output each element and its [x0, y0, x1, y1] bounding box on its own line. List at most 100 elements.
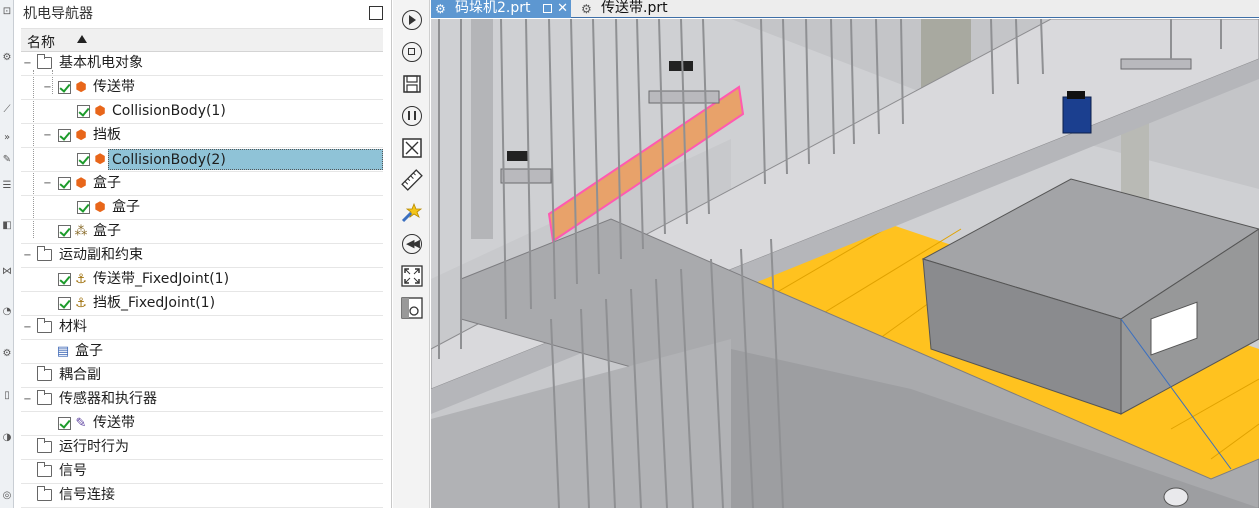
tab-conveyor-part[interactable]: ⚙ 传送带.prt: [577, 0, 687, 18]
material-icon: ▤: [56, 344, 70, 359]
section-view-button[interactable]: [400, 296, 423, 319]
pause-button[interactable]: [400, 104, 423, 127]
bracket-rod: [500, 168, 552, 184]
play-button[interactable]: [400, 8, 423, 31]
visibility-checkbox[interactable]: [58, 81, 71, 94]
undock-icon[interactable]: [543, 4, 552, 13]
close-icon[interactable]: ✕: [557, 0, 568, 17]
tree-row-baffle[interactable]: − ⬢ 挡板: [21, 124, 383, 148]
tree-row-label: 传送带: [93, 415, 135, 431]
object-source-icon: ⁂: [74, 224, 88, 239]
collision-body-icon: ⬢: [94, 200, 106, 215]
tree-row-label: CollisionBody(2): [108, 149, 383, 170]
visibility-checkbox[interactable]: [77, 201, 90, 214]
collapse-toggle-icon[interactable]: −: [23, 395, 32, 405]
sensor-bracket: [1120, 58, 1192, 70]
visibility-checkbox[interactable]: [77, 105, 90, 118]
tree-row-baffle-fixed-joint[interactable]: ⚓ 挡板_FixedJoint(1): [21, 292, 383, 316]
rewind-button[interactable]: ◀◀: [400, 232, 423, 255]
visibility-checkbox[interactable]: [58, 177, 71, 190]
sort-ascending-icon[interactable]: [77, 35, 87, 43]
measure-button[interactable]: [400, 168, 423, 191]
expand-tabs-icon[interactable]: »: [0, 128, 14, 146]
visibility-checkbox[interactable]: [58, 273, 71, 286]
tree-row-conveyor[interactable]: − ⬢ 传送带: [21, 76, 383, 100]
tree-row-label: 挡板_FixedJoint(1): [93, 295, 216, 311]
stop-button[interactable]: [400, 40, 423, 63]
folder-icon: [37, 486, 52, 501]
tree-row-couplers[interactable]: 耦合副: [21, 364, 383, 388]
joint-icon[interactable]: ⋈: [0, 262, 14, 280]
clamp-lever: [507, 151, 529, 161]
tree-row-joints[interactable]: − 运动副和约束: [21, 244, 383, 268]
collapse-toggle-icon[interactable]: −: [43, 179, 52, 189]
collapse-toggle-icon[interactable]: −: [43, 131, 52, 141]
constraint-navigator-icon[interactable]: ⟋: [0, 100, 14, 118]
section-view-icon: [400, 296, 423, 319]
collapse-toggle-icon[interactable]: −: [23, 251, 32, 261]
tree-row-label: 运动副和约束: [59, 247, 143, 263]
mechatronics-navigator: 机电导航器 名称 − 基本机电对象 − ⬢ 传送带 ⬢ CollisionBod…: [15, 0, 392, 508]
resource-bar: ⊡ ⚙ ⟋ » ✎ ☰ ◧ ⋈ ◔ ⚙ ▯ ◑ ◎: [0, 0, 14, 508]
visibility-checkbox[interactable]: [58, 417, 71, 430]
history-icon[interactable]: ◑: [0, 428, 14, 446]
tree-row-signal-connections[interactable]: 信号连接: [21, 484, 383, 508]
gear-icon[interactable]: ⚙: [0, 344, 14, 362]
graphics-viewport[interactable]: [431, 19, 1259, 508]
play-icon: [401, 9, 422, 30]
tree-row-label: CollisionBody(1): [112, 103, 226, 119]
tree-row-material-box[interactable]: ▤ 盒子: [21, 340, 383, 364]
close-view-button[interactable]: [400, 136, 423, 159]
collapse-toggle-icon[interactable]: −: [23, 323, 32, 333]
tree-row-label: 盒子: [112, 199, 140, 215]
rewind-icon: ◀◀: [401, 233, 422, 254]
visibility-checkbox[interactable]: [58, 129, 71, 142]
tree-row-collision-body-2[interactable]: ⬢ CollisionBody(2): [21, 148, 383, 172]
tree-row-materials[interactable]: − 材料: [21, 316, 383, 340]
document-icon[interactable]: ▯: [0, 386, 14, 404]
resource-tab-icon[interactable]: ⊡: [0, 2, 14, 20]
visibility-checkbox[interactable]: [58, 225, 71, 238]
save-snapshot-button[interactable]: [400, 72, 423, 95]
tab-palletizer-part[interactable]: ⚙ 码垛机2.prt ✕: [431, 0, 571, 18]
visibility-checkbox[interactable]: [77, 153, 90, 166]
assembly-navigator-icon[interactable]: ⚙: [0, 48, 14, 66]
tree-row-box-source[interactable]: ⁂ 盒子: [21, 220, 383, 244]
column-header[interactable]: 名称: [21, 28, 383, 52]
collapse-toggle-icon[interactable]: −: [23, 59, 32, 69]
tree-row-box[interactable]: − ⬢ 盒子: [21, 172, 383, 196]
tree-row-box-collision[interactable]: ⬢ 盒子: [21, 196, 383, 220]
visibility-checkbox[interactable]: [58, 297, 71, 310]
tree-row-label: 传送带_FixedJoint(1): [93, 271, 230, 287]
tree-row-signals[interactable]: 信号: [21, 460, 383, 484]
tree-row-label: 传送带: [93, 79, 135, 95]
settings-icon[interactable]: ◎: [0, 486, 14, 504]
3d-model-scene: [431, 19, 1259, 508]
part-file-icon: ⚙: [581, 2, 592, 16]
tool-icon[interactable]: ✎: [0, 150, 14, 168]
tree-row-basic-objects[interactable]: − 基本机电对象: [21, 52, 383, 76]
tree-row-sensors-actuators[interactable]: − 传感器和执行器: [21, 388, 383, 412]
maximize-icon[interactable]: [369, 6, 383, 20]
sensor-icon[interactable]: ◔: [0, 302, 14, 320]
tree-row-label: 盒子: [75, 343, 103, 359]
tree-row-label: 信号: [59, 463, 87, 479]
tree-row-collision-body-1[interactable]: ⬢ CollisionBody(1): [21, 100, 383, 124]
magic-wand-button[interactable]: [400, 200, 423, 223]
collapse-toggle-icon[interactable]: −: [43, 83, 52, 93]
pause-icon: [401, 105, 422, 126]
folder-icon: [37, 462, 52, 477]
tree-row-label: 基本机电对象: [59, 55, 143, 71]
tree-row-label: 盒子: [93, 223, 121, 239]
magic-wand-icon: [401, 202, 422, 222]
measure-icon: [400, 168, 423, 191]
stop-icon: [401, 41, 422, 62]
fit-view-button[interactable]: [400, 264, 423, 287]
list-icon[interactable]: ☰: [0, 176, 14, 194]
collision-body-icon: ⬢: [94, 104, 106, 119]
tree-row-label: 耦合副: [59, 367, 101, 383]
tree-row-runtime-behavior[interactable]: 运行时行为: [21, 436, 383, 460]
part-icon[interactable]: ◧: [0, 216, 14, 234]
tree-row-conveyor-surface[interactable]: ✎ 传送带: [21, 412, 383, 436]
tree-row-conveyor-fixed-joint[interactable]: ⚓ 传送带_FixedJoint(1): [21, 268, 383, 292]
